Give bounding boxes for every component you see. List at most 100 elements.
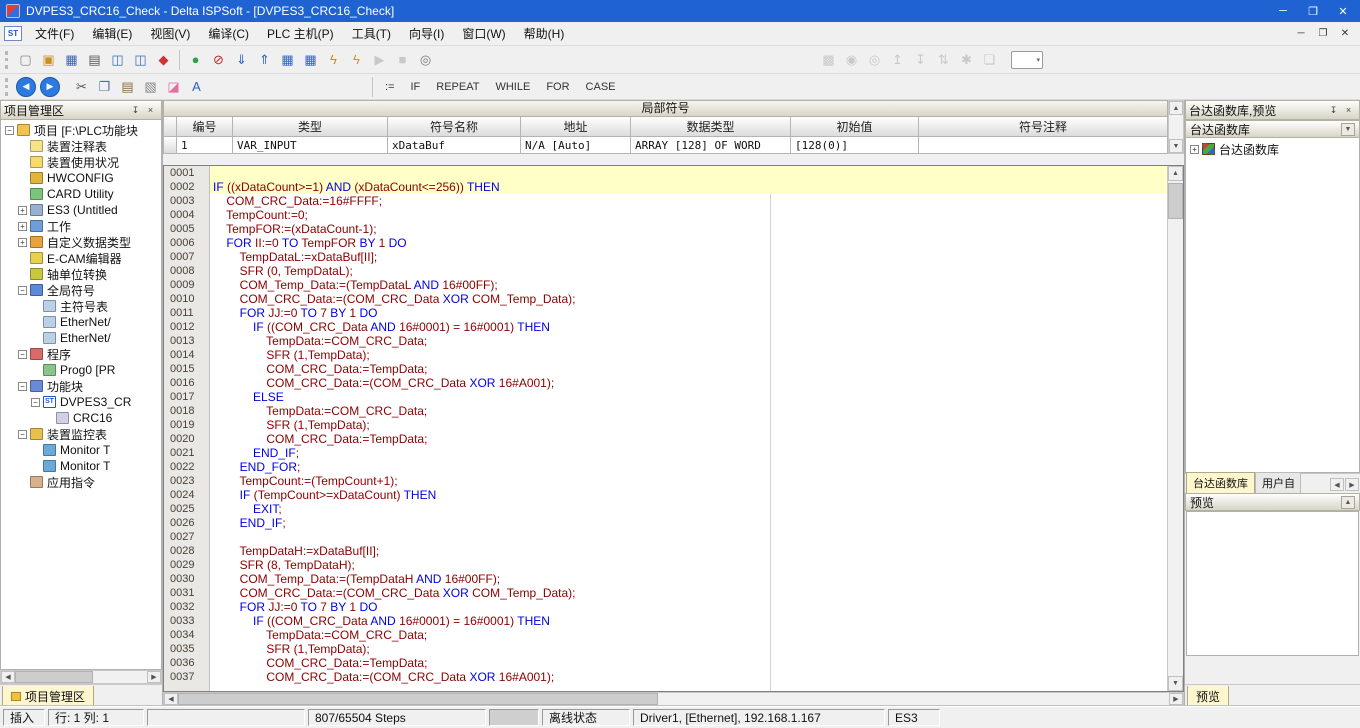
tree-item-es3-untitled[interactable]: +ES3 (Untitled [1,202,161,218]
copy-button[interactable]: ❐ [93,76,116,98]
tree-item-device-usage-status[interactable]: 装置使用状况 [1,154,161,170]
symbol-cell[interactable]: 1 [177,137,233,154]
pin-icon[interactable]: ↧ [128,103,143,117]
pin-icon[interactable]: ↧ [1326,103,1341,117]
delete-button[interactable]: ◪ [162,76,185,98]
simulator-mode-button[interactable]: ϟ [345,49,368,71]
tree-item-global-symbols[interactable]: −全局符号 [1,282,161,298]
tree-item-ethernet-1[interactable]: EtherNet/ [1,314,161,330]
code-line[interactable]: COM_CRC_Data:=(COM_CRC_Data XOR COM_Temp… [210,586,1167,600]
scroll-up-icon[interactable]: ▲ [1168,166,1183,181]
menu-plc[interactable]: PLC 主机(P) [258,22,343,45]
menu-tools[interactable]: 工具(T) [343,22,400,45]
print-button[interactable]: ▤ [83,49,106,71]
collapse-icon[interactable]: ▲ [1341,496,1355,509]
code-line[interactable]: SFR (8, TempDataH); [210,558,1167,572]
open-file-button[interactable]: ▣ [37,49,60,71]
tree-item-axis-unit-convert[interactable]: 轴单位转换 [1,266,161,282]
column-header[interactable]: 符号注释 [919,117,1168,137]
code-line[interactable] [210,530,1167,544]
symbols-scrollbar[interactable]: ▲ ▼ [1168,100,1184,154]
output-window-button[interactable]: ◫ [129,49,152,71]
scroll-track[interactable] [93,671,147,683]
tree-item-hwconfig[interactable]: HWCONFIG [1,170,161,186]
scroll-left-icon[interactable]: ◀ [1,671,15,683]
tree-item-delta-library[interactable]: + 台达函数库 [1186,141,1359,157]
code-line[interactable]: COM_Temp_Data:=(TempDataH AND 16#00FF); [210,572,1167,586]
code-line[interactable]: COM_Temp_Data:=(TempDataL AND 16#00FF); [210,278,1167,292]
code-line[interactable]: IF (TempCount>=xDataCount) THEN [210,488,1167,502]
tree-item-custom-data-types[interactable]: +自定义数据类型 [1,234,161,250]
tree-item-device-monitor-tables[interactable]: −装置监控表 [1,426,161,442]
code-line[interactable]: COM_CRC_Data:=TempData; [210,656,1167,670]
symbols-editor-divider[interactable] [163,154,1184,165]
code-line[interactable]: IF ((COM_CRC_Data AND 16#0001) = 16#0001… [210,614,1167,628]
tab-scroll-right-icon[interactable]: ▶ [1345,478,1359,491]
project-tree-hscrollbar[interactable]: ◀ ▶ [0,670,162,684]
st-code-editor[interactable]: 0001000200030004000500060007000800090010… [163,165,1184,692]
code-line[interactable]: EXIT; [210,502,1167,516]
code-line[interactable]: FOR II:=0 TO TempFOR BY 1 DO [210,236,1167,250]
collapse-icon[interactable]: − [18,286,27,295]
tree-item-programs[interactable]: −程序 [1,346,161,362]
code-line[interactable]: IF ((xDataCount>=1) AND (xDataCount<=256… [210,180,1167,194]
panel-close-icon[interactable]: × [1341,103,1356,117]
insert-for-button[interactable]: FOR [538,76,577,98]
close-button[interactable]: ✕ [1328,1,1358,21]
stop-compile-button[interactable]: ⊘ [207,49,230,71]
format-painter-button[interactable]: ▧ [139,76,162,98]
panel-close-icon[interactable]: × [143,103,158,117]
symbol-cell[interactable]: ARRAY [128] OF WORD [631,137,791,154]
preview-section-header[interactable]: 预览 ▲ [1185,493,1360,511]
scroll-up-icon[interactable]: ▲ [1169,101,1183,115]
collapse-icon[interactable]: − [18,430,27,439]
code-line[interactable]: COM_CRC_Data:=TempData; [210,432,1167,446]
tree-item-prog0[interactable]: Prog0 [PR [1,362,161,378]
menu-file[interactable]: 文件(F) [26,22,83,45]
find-replace-button[interactable]: A [185,76,208,98]
paste-button[interactable]: ▤ [116,76,139,98]
project-window-button[interactable]: ◫ [106,49,129,71]
collapse-icon[interactable]: − [18,382,27,391]
zoom-button[interactable]: ◎ [414,49,437,71]
tree-item-function-blocks[interactable]: −功能块 [1,378,161,394]
tree-item-card-utility[interactable]: CARD Utility [1,186,161,202]
scroll-right-icon[interactable]: ▶ [1169,693,1183,705]
column-header[interactable]: 类型 [233,117,388,137]
code-line[interactable]: TempData:=COM_CRC_Data; [210,628,1167,642]
tab-project-management[interactable]: 项目管理区 [2,686,94,708]
code-line[interactable]: TempData:=COM_CRC_Data; [210,334,1167,348]
code-line[interactable]: TempDataL:=xDataBuf[II]; [210,250,1167,264]
toolbar-grip[interactable] [5,78,10,96]
tree-item-monitor-table-2[interactable]: Monitor T [1,458,161,474]
collapse-icon[interactable]: ▼ [1341,123,1355,136]
device-monitor-button[interactable]: ▦ [299,49,322,71]
insert-if-button[interactable]: IF [402,76,428,98]
code-line[interactable]: TempData:=COM_CRC_Data; [210,404,1167,418]
menu-compile[interactable]: 编译(C) [199,22,258,45]
code-area[interactable]: IF ((xDataCount>=1) AND (xDataCount<=256… [210,166,1167,691]
insert-assign-button[interactable]: := [377,76,402,98]
code-line[interactable]: SFR (1,TempData); [210,348,1167,362]
symbol-cell[interactable]: [128(0)] [791,137,919,154]
symbol-cell[interactable]: N/A [Auto] [521,137,631,154]
scroll-track[interactable] [658,693,1169,705]
online-mode-button[interactable]: ϟ [322,49,345,71]
library-section-header[interactable]: 台达函数库 ▼ [1185,120,1360,138]
column-header[interactable]: 符号名称 [388,117,521,137]
scroll-down-icon[interactable]: ▼ [1168,676,1183,691]
editor-vscrollbar[interactable]: ▲ ▼ [1167,166,1183,691]
code-line[interactable]: FOR JJ:=0 TO 7 BY 1 DO [210,600,1167,614]
expand-icon[interactable]: + [1190,145,1199,154]
editor-hscrollbar[interactable]: ◀ ▶ [163,692,1184,706]
tree-item-crc16[interactable]: CRC16 [1,410,161,426]
code-line[interactable]: SFR (1,TempData); [210,642,1167,656]
scroll-thumb[interactable] [15,671,93,683]
column-header[interactable]: 地址 [521,117,631,137]
tree-item-device-comment-table[interactable]: 装置注释表 [1,138,161,154]
code-line[interactable] [210,166,1167,180]
code-line[interactable]: FOR JJ:=0 TO 7 BY 1 DO [210,306,1167,320]
code-line[interactable]: TempCount:=0; [210,208,1167,222]
code-line[interactable]: SFR (0, TempDataL); [210,264,1167,278]
insert-repeat-button[interactable]: REPEAT [428,76,487,98]
